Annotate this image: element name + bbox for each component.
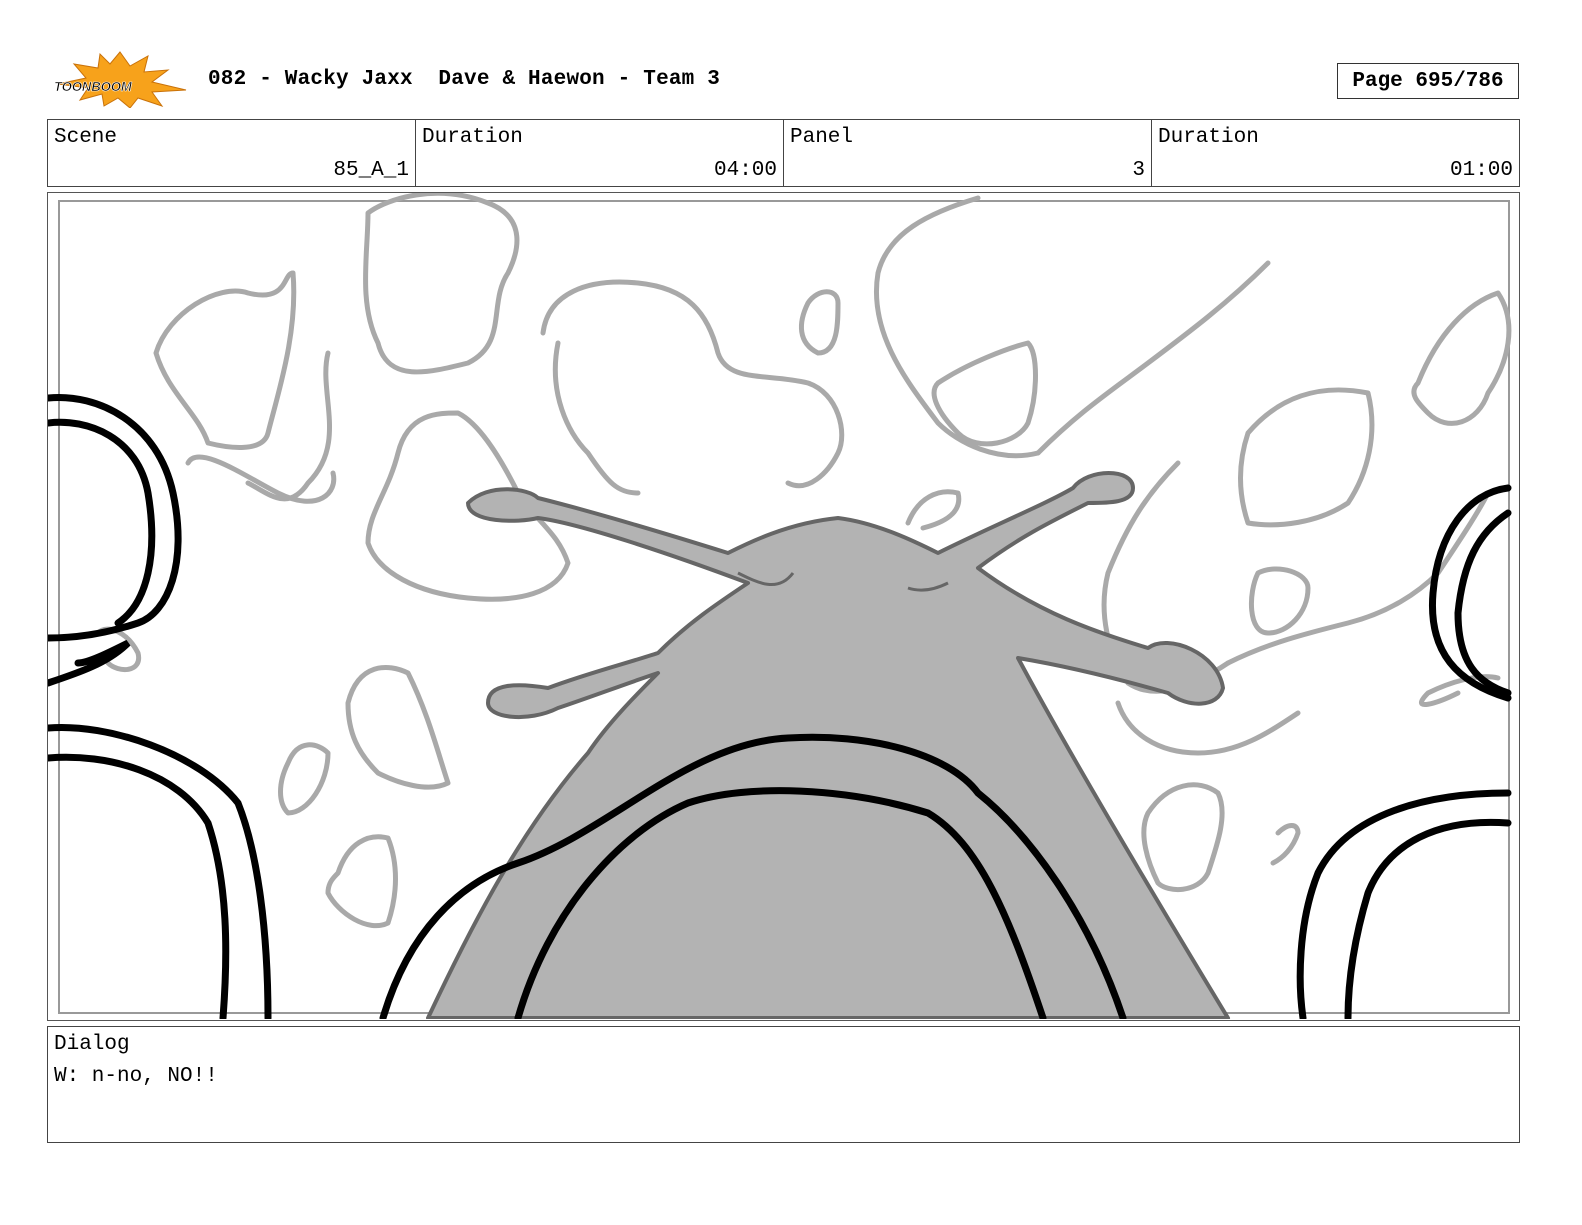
scene-duration-value: 04:00 xyxy=(713,159,777,182)
dialog-label: Dialog xyxy=(54,1033,130,1056)
dialog-line: W: n-no, NO!! xyxy=(54,1065,218,1088)
panel-cell: Panel 3 xyxy=(784,120,1152,186)
scene-label: Scene xyxy=(54,126,118,149)
scene-value: 85_A_1 xyxy=(333,159,409,182)
panel-duration-label: Duration xyxy=(1158,126,1259,149)
panel-duration-cell: Duration 01:00 xyxy=(1152,120,1519,186)
logo-text: TOONBOOM xyxy=(54,79,133,94)
storyboard-panel xyxy=(47,192,1520,1021)
info-row: Scene 85_A_1 Duration 04:00 Panel 3 Dura… xyxy=(47,119,1520,187)
panel-value: 3 xyxy=(1132,159,1145,182)
panel-duration-value: 01:00 xyxy=(1449,159,1513,182)
dialog-box: Dialog W: n-no, NO!! xyxy=(47,1026,1520,1143)
page-number: Page 695/786 xyxy=(1337,63,1519,99)
scene-cell: Scene 85_A_1 xyxy=(48,120,416,186)
scene-duration-cell: Duration 04:00 xyxy=(416,120,784,186)
document-title: 082 - Wacky Jaxx Dave & Haewon - Team 3 xyxy=(208,68,721,91)
panel-sketch xyxy=(48,193,1512,1019)
scene-duration-label: Duration xyxy=(422,126,523,149)
toonboom-logo: TOONBOOM xyxy=(52,50,188,109)
panel-label: Panel xyxy=(790,126,854,149)
